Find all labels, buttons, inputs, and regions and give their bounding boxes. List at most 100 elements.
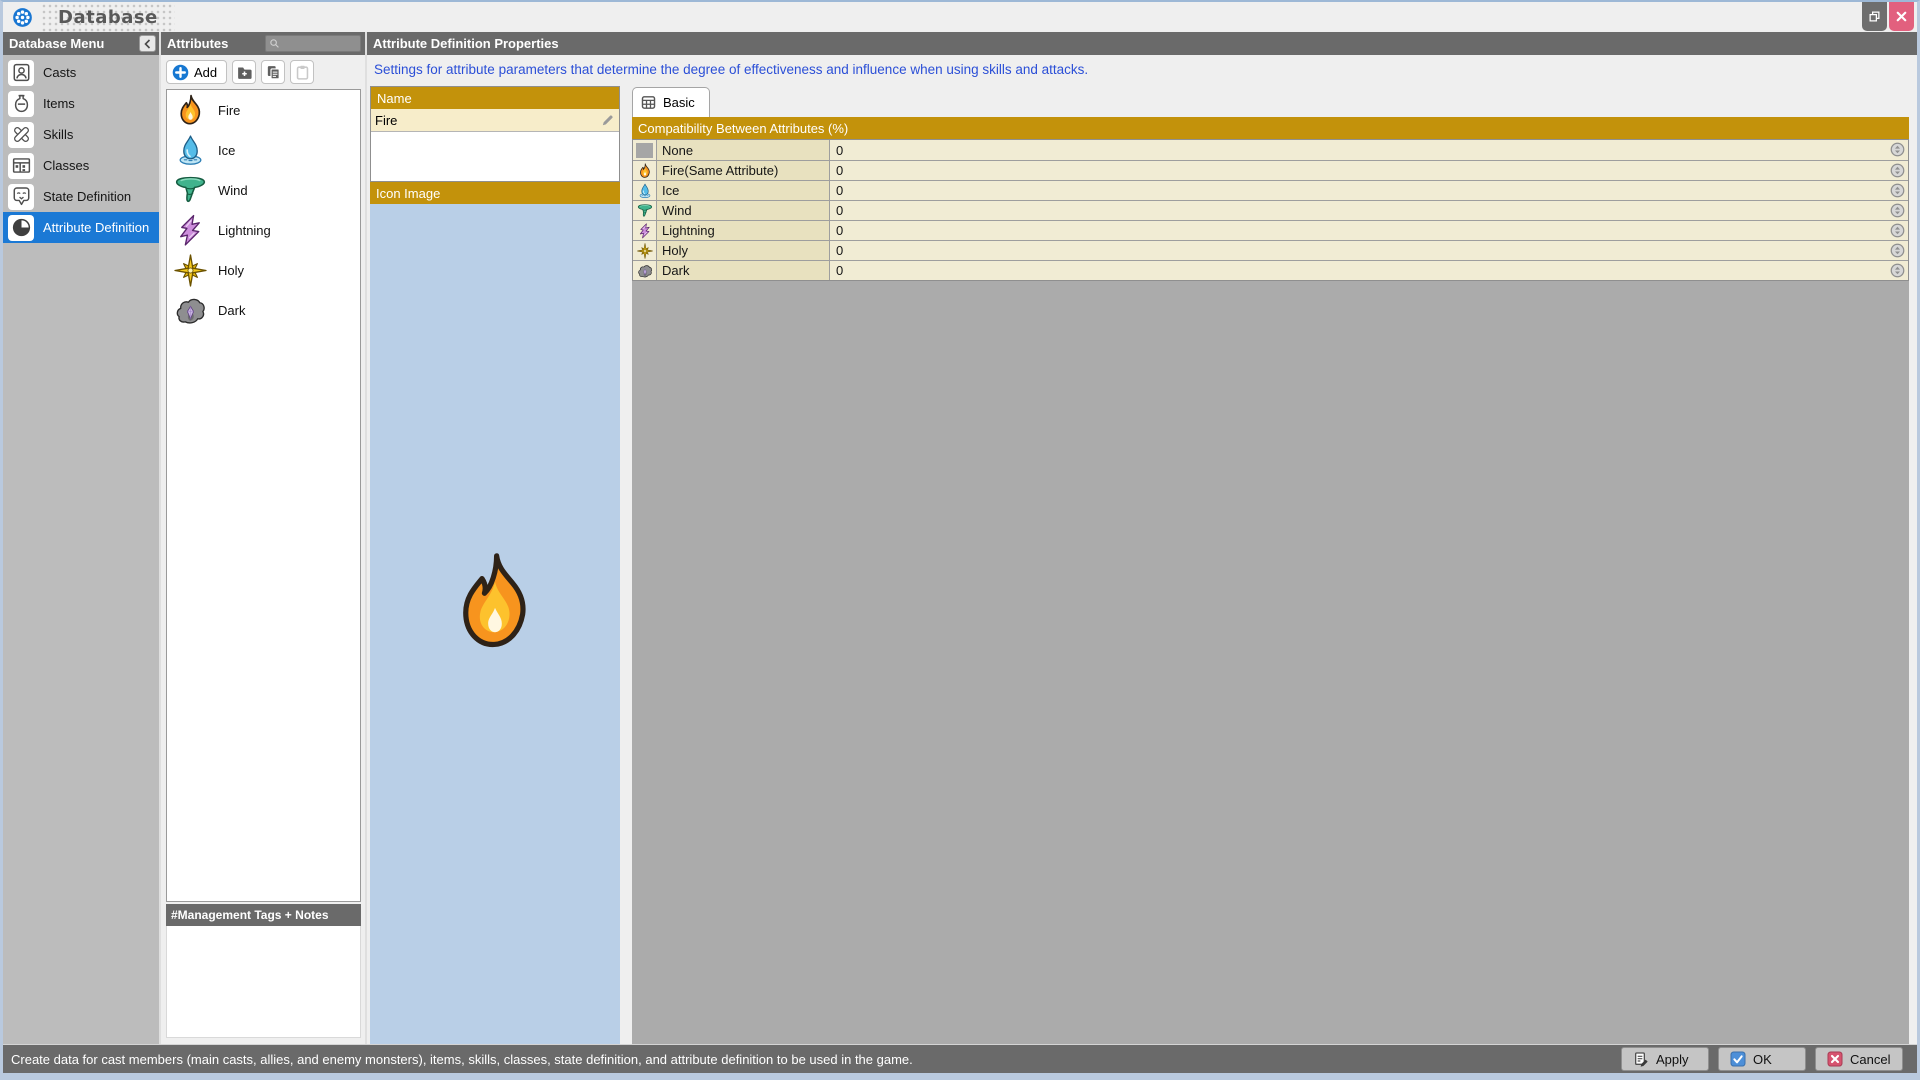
stepper-icon[interactable] xyxy=(1890,243,1905,258)
ok-button[interactable]: OK xyxy=(1718,1047,1806,1071)
value-field-lightning[interactable]: 0 xyxy=(830,221,1908,240)
icon-image-area[interactable] xyxy=(370,204,620,1044)
search-icon xyxy=(269,38,280,49)
compatibility-header: Compatibility Between Attributes (%) xyxy=(632,117,1909,139)
properties-content: Name Fire Icon Image xyxy=(367,81,1917,1044)
list-item-dark[interactable]: Dark xyxy=(167,290,360,330)
casts-icon xyxy=(8,60,34,86)
ice-icon xyxy=(174,134,207,167)
list-item-wind[interactable]: Wind xyxy=(167,170,360,210)
none-icon xyxy=(633,140,657,160)
chevron-left-icon xyxy=(142,38,154,50)
stepper-icon[interactable] xyxy=(1890,163,1905,178)
skills-icon xyxy=(8,122,34,148)
stepper-icon[interactable] xyxy=(1890,203,1905,218)
attributes-list: Fire Ice Wind Lightning Holy xyxy=(166,89,361,902)
restore-icon xyxy=(1867,9,1882,24)
stepper-icon[interactable] xyxy=(1890,183,1905,198)
sidebar-item-state-definition[interactable]: State Definition xyxy=(3,181,159,212)
value-field-wind[interactable]: 0 xyxy=(830,201,1908,220)
table-row-ice: Ice 0 xyxy=(633,180,1908,200)
attributes-toolbar: Add xyxy=(161,55,365,88)
fire-icon-large xyxy=(443,544,547,662)
search-input[interactable] xyxy=(265,35,361,52)
sidebar-item-classes[interactable]: Classes xyxy=(3,150,159,181)
icon-image-header: Icon Image xyxy=(370,182,620,204)
close-icon xyxy=(1894,9,1909,24)
properties-description: Settings for attribute parameters that d… xyxy=(367,55,1917,81)
list-item-lightning[interactable]: Lightning xyxy=(167,210,360,250)
list-item-holy[interactable]: Holy xyxy=(167,250,360,290)
add-attribute-button[interactable]: Add xyxy=(166,60,227,84)
management-tags-notes-header: #Management Tags + Notes xyxy=(166,904,361,926)
folder-plus-icon xyxy=(236,64,253,81)
sidebar-item-items[interactable]: Items xyxy=(3,88,159,119)
app-logo-icon xyxy=(11,6,34,29)
cancel-button[interactable]: Cancel xyxy=(1815,1047,1903,1071)
wind-icon xyxy=(633,201,657,220)
sidebar-item-attribute-definition[interactable]: Attribute Definition xyxy=(3,212,159,243)
stepper-icon[interactable] xyxy=(1890,142,1905,157)
value-field-holy[interactable]: 0 xyxy=(830,241,1908,260)
tab-strip: Basic xyxy=(632,86,1909,117)
table-row-holy: Holy 0 xyxy=(633,240,1908,260)
compatibility-table: None 0 Fire(Same Attribute) 0 xyxy=(632,139,1909,281)
window-controls xyxy=(1862,2,1914,31)
window-title: Database xyxy=(58,7,158,28)
stepper-icon[interactable] xyxy=(1890,263,1905,278)
compatibility-column: Basic Compatibility Between Attributes (… xyxy=(632,86,1909,1044)
fire-icon xyxy=(633,161,657,180)
name-field-value: Fire xyxy=(375,113,397,128)
table-row-none: None 0 xyxy=(633,140,1908,160)
value-field-dark[interactable]: 0 xyxy=(830,261,1908,280)
new-folder-button[interactable] xyxy=(232,60,256,84)
attribute-definition-icon xyxy=(8,215,34,241)
database-window: Database Database Menu Casts xyxy=(0,0,1920,1080)
main-area: Database Menu Casts Items Skills xyxy=(3,32,1917,1044)
name-field[interactable]: Fire xyxy=(371,109,619,132)
name-section-header: Name xyxy=(371,87,619,109)
attribute-definition-properties-panel: Attribute Definition Properties Settings… xyxy=(367,32,1917,1044)
value-field-ice[interactable]: 0 xyxy=(830,181,1908,200)
value-field-fire[interactable]: 0 xyxy=(830,161,1908,180)
lightning-icon xyxy=(174,214,207,247)
list-item-ice[interactable]: Ice xyxy=(167,130,360,170)
restore-window-button[interactable] xyxy=(1862,2,1887,31)
state-definition-icon xyxy=(8,184,34,210)
list-item-fire[interactable]: Fire xyxy=(167,90,360,130)
database-menu-items: Casts Items Skills Classes State Definit… xyxy=(3,55,159,1044)
plus-circle-icon xyxy=(172,64,189,81)
name-and-icon-column: Name Fire Icon Image xyxy=(370,86,620,1044)
holy-icon xyxy=(633,241,657,260)
ok-check-icon xyxy=(1730,1051,1746,1067)
copy-button[interactable] xyxy=(261,60,285,84)
close-window-button[interactable] xyxy=(1889,2,1914,31)
properties-header: Attribute Definition Properties xyxy=(367,32,1917,55)
database-menu-header: Database Menu xyxy=(3,32,159,55)
dark-icon xyxy=(633,261,657,280)
empty-area xyxy=(632,281,1909,1044)
stepper-icon[interactable] xyxy=(1890,223,1905,238)
table-row-wind: Wind 0 xyxy=(633,200,1908,220)
attributes-header: Attributes xyxy=(161,32,365,55)
name-section-blank xyxy=(371,132,619,181)
lightning-icon xyxy=(633,221,657,240)
management-tags-notes-area[interactable] xyxy=(166,926,361,1038)
paste-button-disabled[interactable] xyxy=(290,60,314,84)
apply-button[interactable]: Apply xyxy=(1621,1047,1709,1071)
status-bar: Create data for cast members (main casts… xyxy=(3,1044,1917,1073)
sidebar-item-skills[interactable]: Skills xyxy=(3,119,159,150)
ice-icon xyxy=(633,181,657,200)
clipboard-icon xyxy=(294,64,311,81)
title-bar: Database xyxy=(3,2,1917,32)
value-field-none[interactable]: 0 xyxy=(830,140,1908,160)
table-row-fire: Fire(Same Attribute) 0 xyxy=(633,160,1908,180)
holy-icon xyxy=(174,254,207,287)
classes-icon xyxy=(8,153,34,179)
wind-icon xyxy=(174,174,207,207)
collapse-menu-button[interactable] xyxy=(139,35,156,52)
apply-icon xyxy=(1633,1051,1649,1067)
items-icon xyxy=(8,91,34,117)
tab-basic[interactable]: Basic xyxy=(632,87,710,117)
sidebar-item-casts[interactable]: Casts xyxy=(3,57,159,88)
